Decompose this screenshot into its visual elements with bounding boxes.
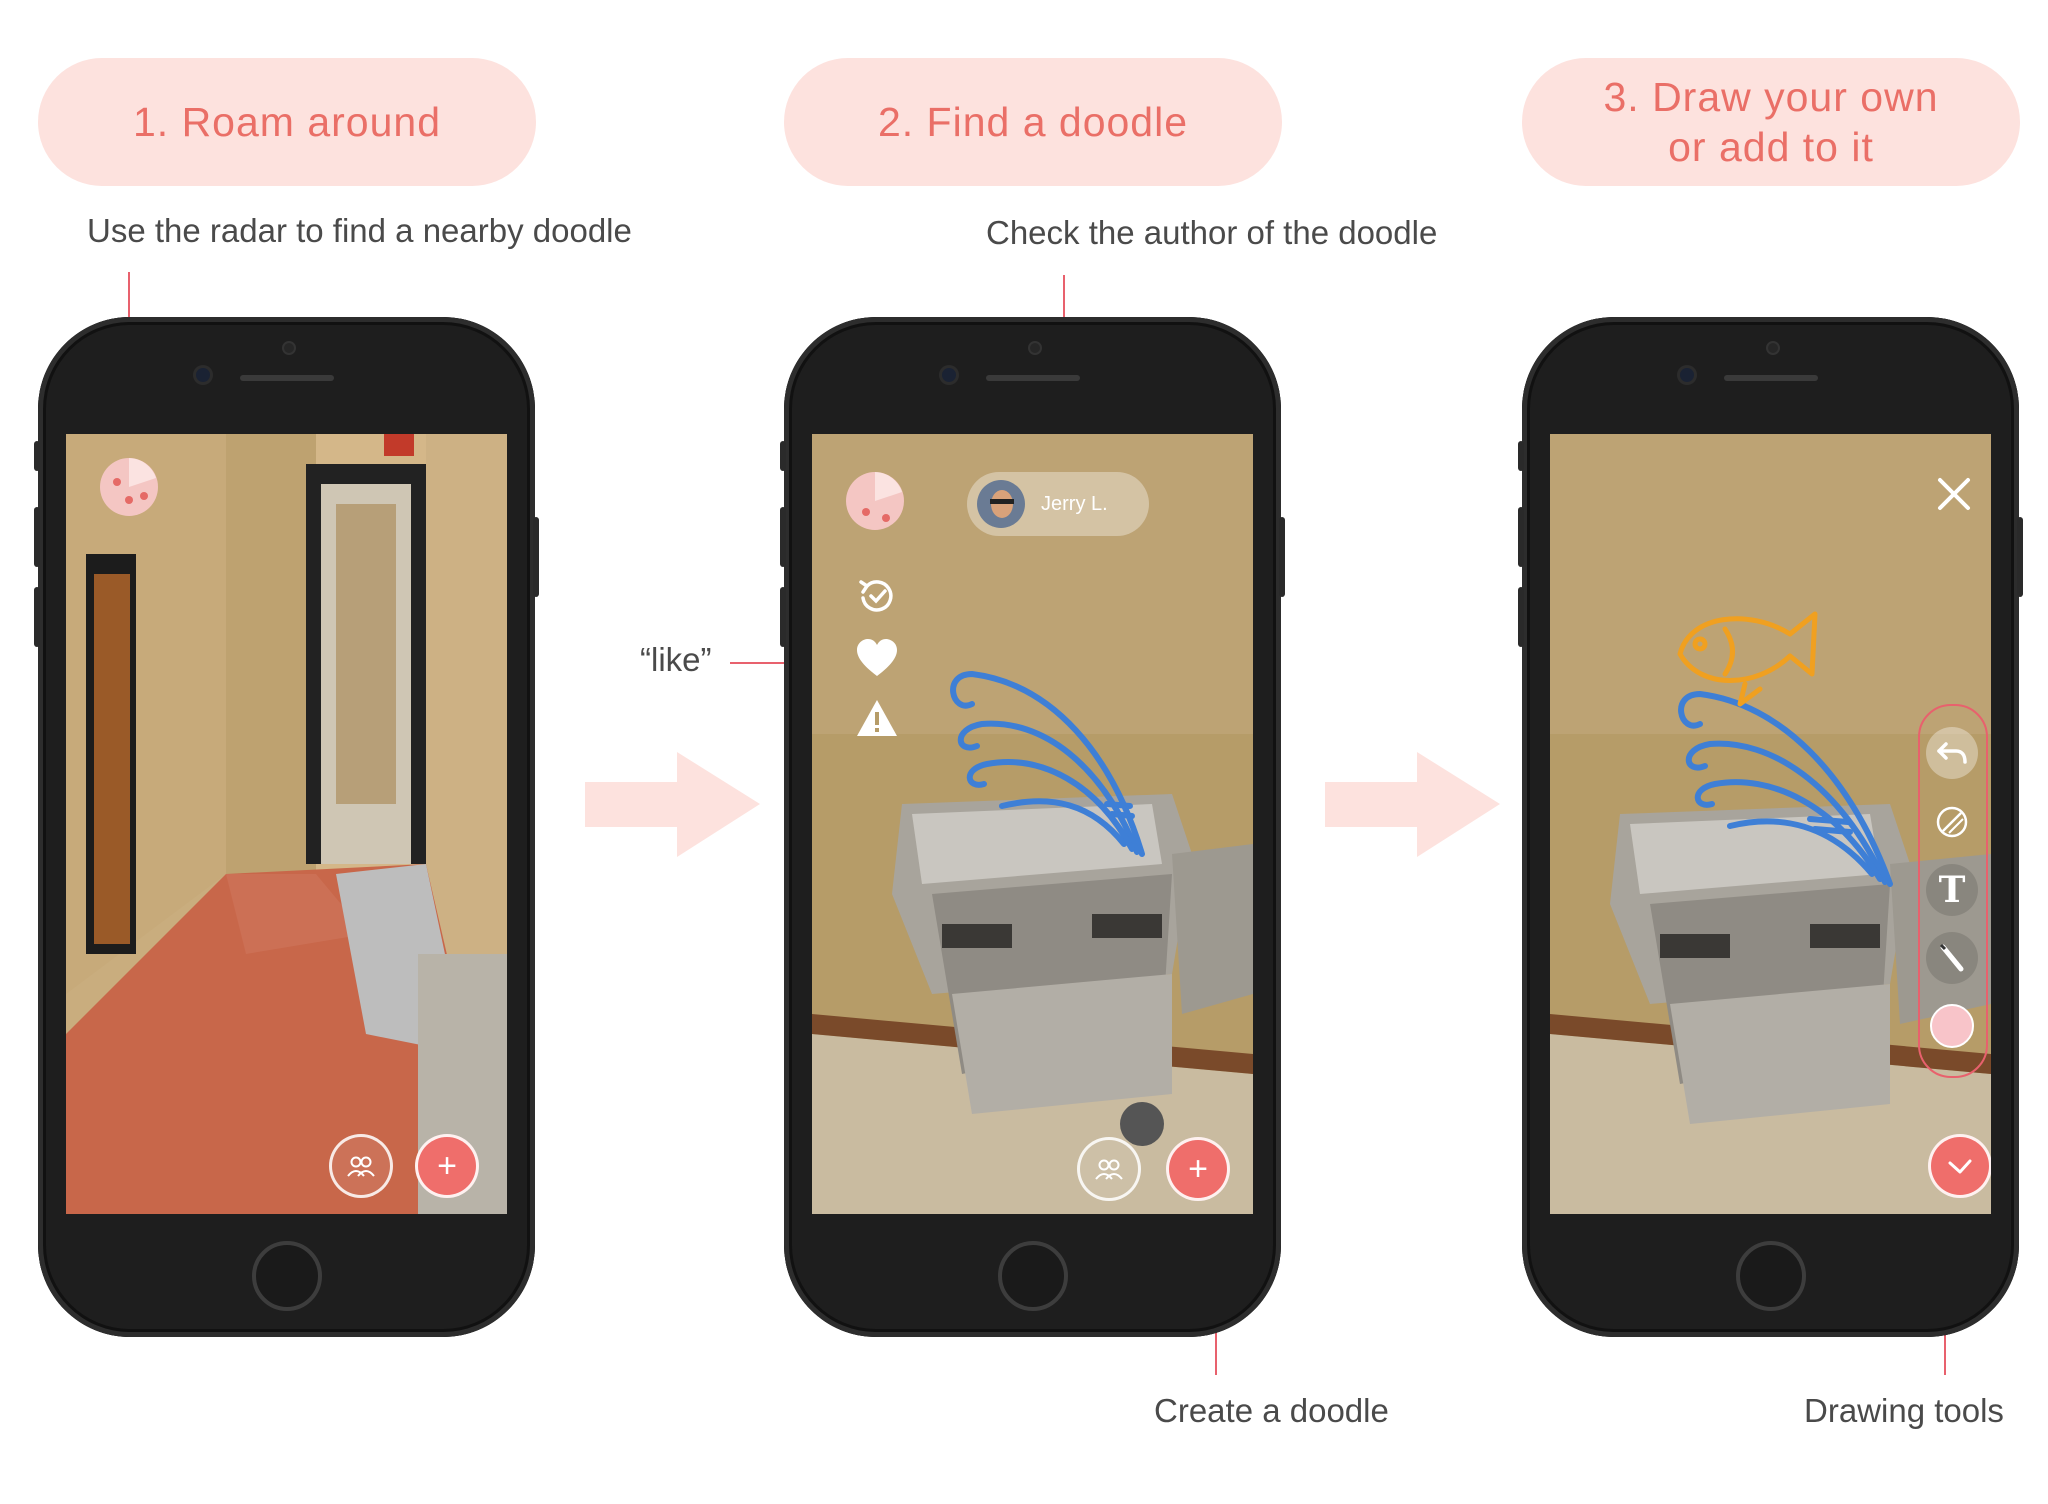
radar-icon[interactable] (100, 458, 158, 516)
step-1-pill: 1. Roam around (38, 58, 536, 186)
close-icon[interactable] (1934, 474, 1974, 514)
step-2-pill: 2. Find a doodle (784, 58, 1282, 186)
avatar (977, 480, 1025, 528)
camera-view-hallway: + (66, 434, 507, 1214)
author-chip[interactable]: Jerry L. (967, 472, 1149, 536)
people-button[interactable] (1077, 1137, 1141, 1201)
step-3-pill: 3. Draw your own or add to it (1522, 58, 2020, 186)
pen-tool-button[interactable] (1926, 932, 1978, 984)
radar-caption: Use the radar to find a nearby doodle (87, 212, 632, 249)
arrow-right-icon (1325, 752, 1500, 857)
create-caption: Create a doodle (1154, 1392, 1389, 1429)
undo-icon (1937, 742, 1967, 764)
phone-2: Jerry L. + (780, 317, 1285, 1337)
home-button[interactable] (251, 1241, 322, 1311)
hallway-scene (66, 434, 507, 1214)
undo-button[interactable] (1926, 727, 1978, 779)
heart-icon[interactable] (855, 638, 899, 678)
step-3-label-line2: or add to it (1668, 124, 1874, 170)
author-caption: Check the author of the doodle (986, 214, 1438, 251)
home-button[interactable] (997, 1241, 1068, 1311)
home-button[interactable] (1735, 1241, 1806, 1311)
fountain-scene (812, 434, 1253, 1214)
tools-caption: Drawing tools (1804, 1392, 2004, 1429)
step-1-label: 1. Roam around (132, 99, 441, 145)
phone-1: + (34, 317, 539, 1337)
pen-icon (1939, 943, 1964, 972)
step-2-label: 2. Find a doodle (877, 99, 1189, 145)
like-caption: “like” (640, 641, 712, 678)
eraser-button[interactable] (1926, 796, 1978, 848)
color-swatch-icon (1930, 1004, 1974, 1048)
arrow-right-icon (585, 752, 760, 857)
create-doodle-button[interactable]: + (1166, 1137, 1230, 1201)
check-icon (1948, 1159, 1972, 1174)
history-icon[interactable] (855, 574, 899, 618)
people-icon (347, 1156, 375, 1177)
people-button[interactable] (329, 1134, 393, 1198)
warning-icon[interactable] (855, 698, 899, 738)
author-name: Jerry L. (1041, 492, 1108, 515)
camera-view-fountain: Jerry L. + (812, 434, 1253, 1214)
text-tool-button[interactable]: T (1926, 864, 1978, 916)
text-icon: T (1938, 869, 1966, 911)
create-doodle-button[interactable]: + (415, 1134, 479, 1198)
phone-3: T (1518, 317, 2023, 1337)
eraser-icon (1936, 806, 1968, 838)
radar-icon[interactable] (846, 472, 904, 530)
camera-view-drawing: T (1550, 434, 1991, 1214)
step-3-label-line1: 3. Draw your own (1603, 74, 1939, 120)
color-swatch-button[interactable] (1926, 1000, 1978, 1052)
plus-icon: + (1188, 1149, 1208, 1188)
confirm-button[interactable] (1928, 1134, 1991, 1198)
plus-icon: + (437, 1146, 457, 1185)
people-icon (1095, 1159, 1123, 1180)
